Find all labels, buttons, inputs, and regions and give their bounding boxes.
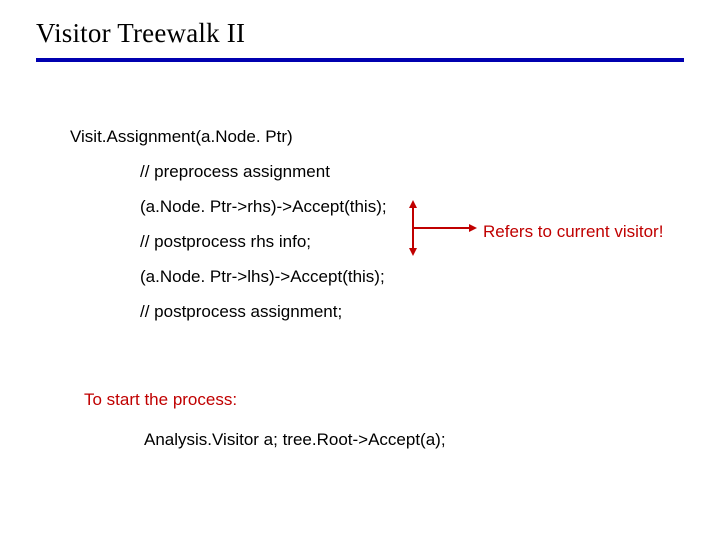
code-line-preprocess-comment: // preprocess assignment [70, 163, 387, 180]
title-rule [36, 58, 684, 62]
annotation-arrow-icon [405, 198, 477, 258]
page-title: Visitor Treewalk II [36, 18, 245, 49]
slide: Visitor Treewalk II Visit.Assignment(a.N… [0, 0, 720, 540]
annotation-text: Refers to current visitor! [483, 222, 663, 242]
code-line-postprocess-rhs-comment: // postprocess rhs info; [70, 233, 387, 250]
code-line-lhs-accept: (a.Node. Ptr->lhs)->Accept(this); [70, 268, 387, 285]
code-block: Visit.Assignment(a.Node. Ptr) // preproc… [70, 128, 387, 338]
start-block: To start the process: Analysis.Visitor a… [84, 390, 446, 450]
code-line-signature: Visit.Assignment(a.Node. Ptr) [70, 128, 387, 145]
code-line-postprocess-comment: // postprocess assignment; [70, 303, 387, 320]
start-code: Analysis.Visitor a; tree.Root->Accept(a)… [84, 430, 446, 450]
start-label: To start the process: [84, 390, 446, 410]
code-line-rhs-accept: (a.Node. Ptr->rhs)->Accept(this); [70, 198, 387, 215]
